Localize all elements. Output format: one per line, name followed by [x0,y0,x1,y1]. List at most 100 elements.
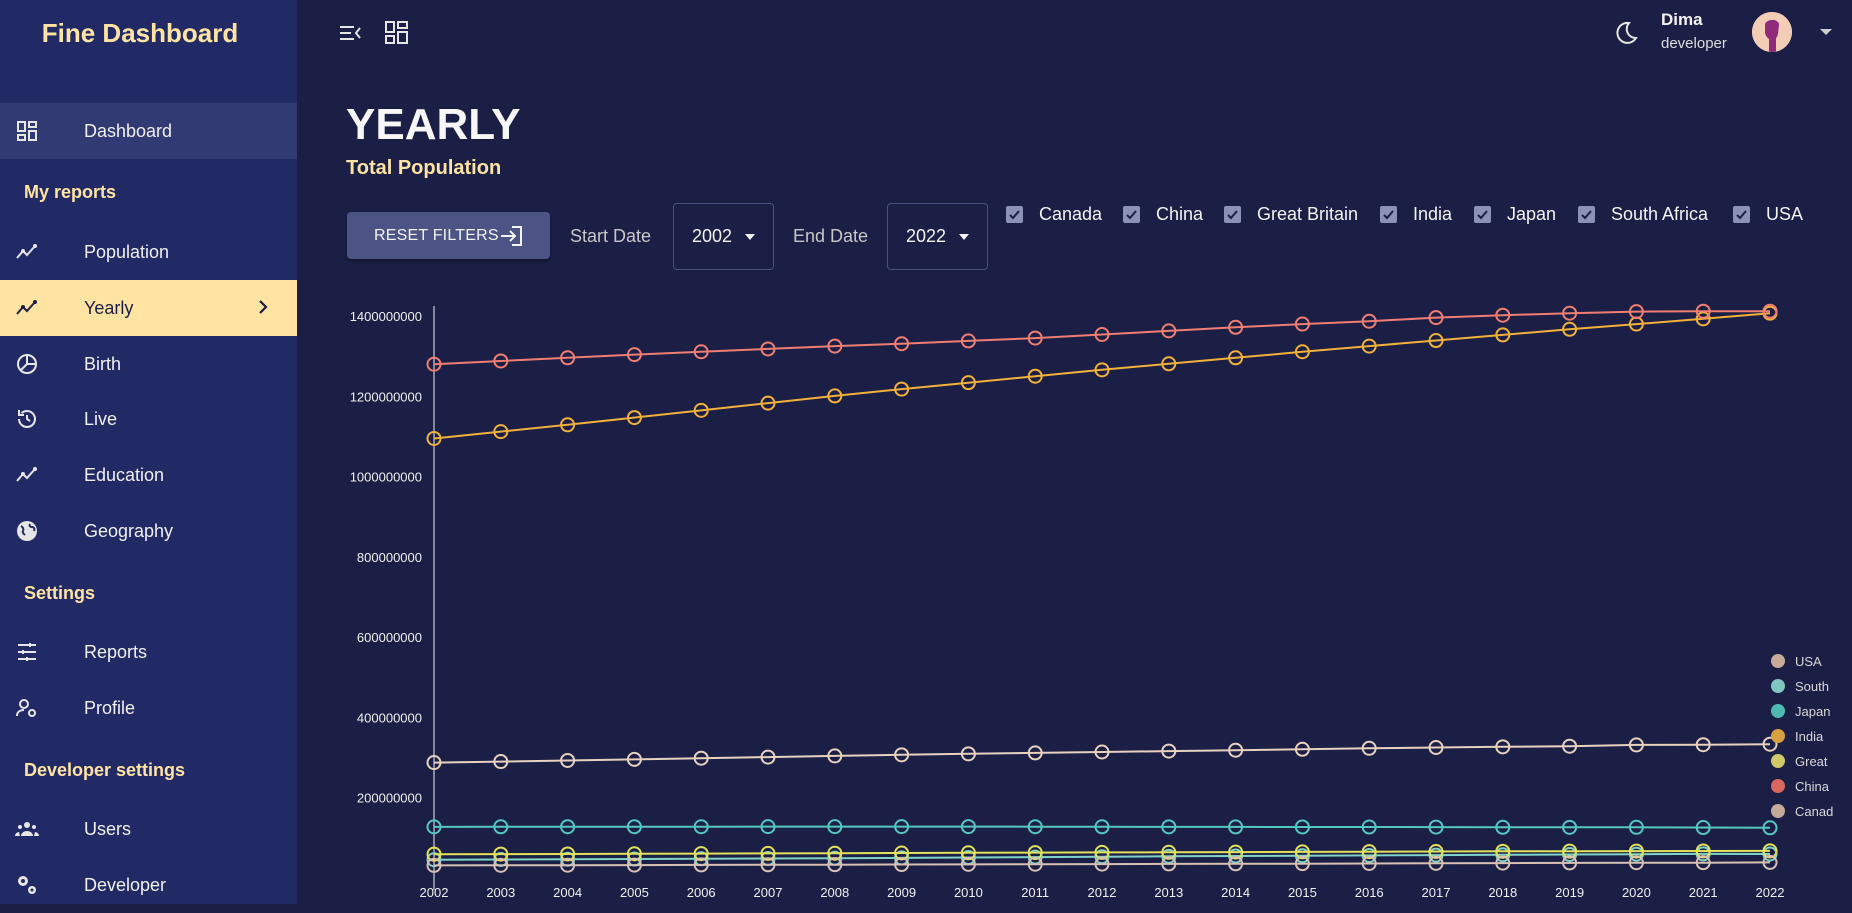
sidebar-item-dashboard[interactable]: Dashboard [0,103,297,159]
sidebar-item-label: Geography [84,520,174,541]
x-tick-label: 2019 [1555,885,1584,900]
page-title: YEARLY [346,100,521,149]
chevron-right-icon [259,300,268,314]
x-tick-label: 2011 [1021,885,1049,900]
globe-icon [17,521,37,541]
sidebar-item-developer[interactable]: Developer [0,857,297,913]
person-settings-icon [16,699,36,717]
menu-collapse-icon[interactable] [335,18,365,48]
section-settings: Settings [24,583,96,603]
group-icon [15,822,39,836]
checkbox-icon [1224,206,1241,223]
checkbox-icon [1578,206,1595,223]
trending-icon [16,467,37,482]
sidebar-item-label: Dashboard [84,120,173,141]
avatar[interactable] [1752,12,1792,52]
checkbox-label: China [1156,204,1204,224]
checkbox-south-africa[interactable]: South Africa [1578,204,1708,225]
x-tick-label: 2016 [1355,885,1384,900]
checkbox-icon [1006,206,1023,223]
legend-label: Canad [1795,804,1833,819]
tune-icon [18,643,36,661]
legend-label: USA [1795,654,1822,669]
end-date-select[interactable]: 2022 [887,203,988,270]
legend-label: Japan [1795,704,1830,719]
gears-icon [18,876,36,894]
x-tick-label: 2013 [1154,885,1183,900]
user-name: Dima [1661,10,1703,29]
sidebar-item-yearly[interactable]: Yearly [0,280,297,336]
user-menu-dropdown-icon[interactable] [1819,27,1833,37]
y-tick-label: 600000000 [357,630,422,645]
x-tick-label: 2015 [1288,885,1317,900]
x-tick-label: 2020 [1622,885,1651,900]
checkbox-canada[interactable]: Canada [1006,204,1102,225]
checkbox-label: Japan [1507,204,1557,224]
checkbox-icon [1474,206,1491,223]
sidebar-item-reports[interactable]: Reports [0,624,297,680]
start-date-select[interactable]: 2002 [673,203,774,270]
x-tick-label: 2009 [887,885,916,900]
y-tick-label: 1200000000 [350,389,422,404]
x-tick-label: 2017 [1422,885,1451,900]
checkbox-label: USA [1766,204,1804,224]
legend-label: Great [1795,754,1828,769]
checkbox-japan[interactable]: Japan [1474,204,1556,225]
legend-label: India [1795,729,1824,744]
section-developer-settings: Developer settings [24,760,186,780]
trending-icon [16,300,37,315]
sidebar-item-birth[interactable]: Birth [0,336,297,392]
end-date-label: End Date [793,226,869,246]
legend-swatch [1771,754,1785,768]
legend-swatch [1771,804,1785,818]
page-subtitle: Total Population [346,157,502,179]
checkbox-label: Canada [1039,204,1103,224]
legend-label: South [1795,679,1829,694]
legend-swatch [1771,654,1785,668]
dark-mode-icon[interactable] [1610,18,1640,48]
checkbox-china[interactable]: China [1123,204,1203,225]
reset-filters-label: RESET FILTERS [374,227,499,244]
checkbox-india[interactable]: India [1380,204,1452,225]
sidebar-item-label: Reports [84,641,148,662]
checkbox-icon [1733,206,1750,223]
app-title[interactable]: Fine Dashboard [0,18,280,49]
login-icon [501,226,522,246]
checkbox-label: South Africa [1611,204,1709,224]
sidebar-item-education[interactable]: Education [0,447,297,503]
sidebar-item-label: Profile [84,697,136,718]
legend-label: China [1795,779,1830,794]
x-tick-label: 2022 [1756,885,1785,900]
checkbox-label: Great Britain [1257,204,1359,224]
checkbox-icon [1380,206,1397,223]
checkbox-great-britain[interactable]: Great Britain [1224,204,1358,225]
sidebar-item-geography[interactable]: Geography [0,503,297,559]
sidebar-item-label: Education [84,464,165,485]
dashboard-icon [17,121,37,141]
checkbox-usa[interactable]: USA [1733,204,1803,225]
sidebar: Fine Dashboard Dashboard My reports Popu… [0,0,297,904]
sidebar-item-profile[interactable]: Profile [0,680,297,736]
checkbox-icon [1123,206,1140,223]
legend-swatch [1771,729,1785,743]
sidebar-item-users[interactable]: Users [0,801,297,857]
chevron-down-icon [745,234,755,240]
reset-filters-button[interactable]: RESET FILTERS [347,212,550,259]
dashboard-icon[interactable] [382,18,412,48]
x-tick-label: 2018 [1488,885,1517,900]
x-tick-label: 2021 [1689,885,1718,900]
x-tick-label: 2003 [486,885,515,900]
x-tick-label: 2014 [1221,885,1250,900]
history-icon [18,410,36,428]
x-tick-label: 2002 [420,885,449,900]
legend-swatch [1771,704,1785,718]
sidebar-item-live[interactable]: Live [0,391,297,447]
x-tick-label: 2004 [553,885,582,900]
y-tick-label: 800000000 [357,550,422,565]
pie-chart-icon [17,354,37,374]
y-tick-label: 1400000000 [350,309,422,324]
user-role: developer [1661,35,1727,52]
sidebar-item-population[interactable]: Population [0,224,297,280]
y-tick-label: 200000000 [357,791,422,806]
x-tick-label: 2007 [754,885,783,900]
